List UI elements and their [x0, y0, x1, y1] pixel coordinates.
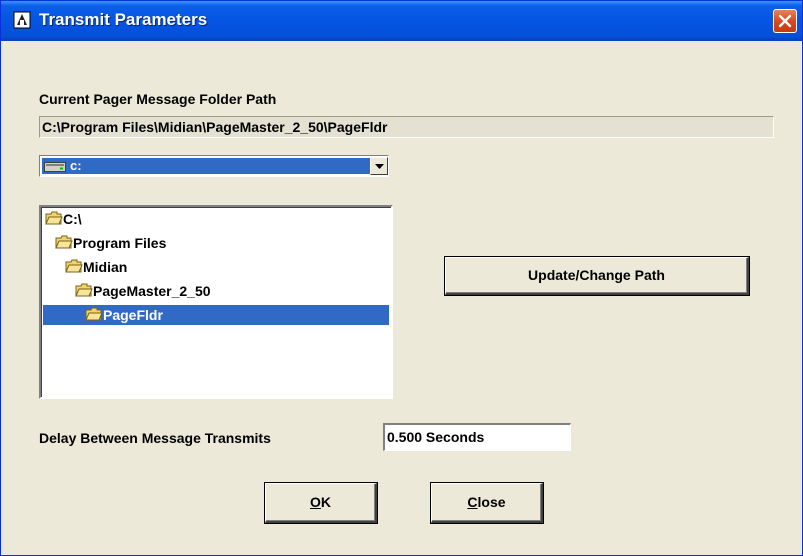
open-folder-icon	[65, 259, 83, 279]
folder-path-display: C:\Program Files\Midian\PageMaster_2_50\…	[39, 116, 774, 138]
tree-item-label: Midian	[83, 259, 128, 275]
delay-input[interactable]: 0.500 Seconds	[383, 423, 571, 451]
close-accelerator: C	[467, 494, 478, 510]
tree-item-pagefldr[interactable]: PageFldr	[43, 305, 389, 325]
close-label-rest: lose	[477, 494, 506, 510]
tree-item-midian[interactable]: Midian	[65, 257, 185, 277]
tree-item-label: C:\	[63, 211, 82, 227]
drive-dropdown-button[interactable]	[370, 157, 388, 175]
folder-path-label: Current Pager Message Folder Path	[39, 91, 277, 107]
update-change-path-button[interactable]: Update/Change Path	[444, 256, 750, 296]
delay-label: Delay Between Message Transmits	[39, 430, 271, 446]
tree-item-pagemaster[interactable]: PageMaster_2_50	[75, 281, 275, 301]
tree-item-c-drive[interactable]: C:\	[45, 209, 175, 229]
app-icon	[13, 11, 31, 29]
tree-item-label: Program Files	[73, 235, 167, 251]
dialog-client-area: Current Pager Message Folder Path C:\Pro…	[5, 41, 798, 551]
drive-icon	[44, 160, 66, 178]
window-close-button[interactable]	[773, 9, 797, 33]
open-folder-icon	[85, 307, 103, 327]
tree-item-label: PageMaster_2_50	[93, 283, 211, 299]
open-folder-icon	[55, 235, 73, 255]
tree-item-label: PageFldr	[103, 307, 163, 323]
open-folder-icon	[45, 211, 63, 231]
open-folder-icon	[75, 283, 93, 303]
chevron-down-icon	[375, 164, 384, 169]
tree-item-program-files[interactable]: Program Files	[55, 233, 215, 253]
drive-select-text: c:	[70, 158, 82, 173]
close-icon	[778, 14, 792, 28]
folder-tree[interactable]: C:\ Program Files Midian PageMaster_2_50	[39, 205, 393, 399]
close-button[interactable]: Close	[430, 482, 544, 524]
transmit-parameters-dialog: Transmit Parameters Current Pager Messag…	[0, 0, 803, 556]
ok-button[interactable]: OK	[264, 482, 378, 524]
window-title: Transmit Parameters	[39, 10, 208, 29]
ok-accelerator: O	[309, 494, 321, 510]
drive-select-value: c:	[42, 158, 370, 174]
title-bar[interactable]: Transmit Parameters	[1, 1, 802, 41]
drive-select[interactable]: c:	[39, 155, 389, 177]
ok-label-rest: K	[320, 494, 331, 510]
